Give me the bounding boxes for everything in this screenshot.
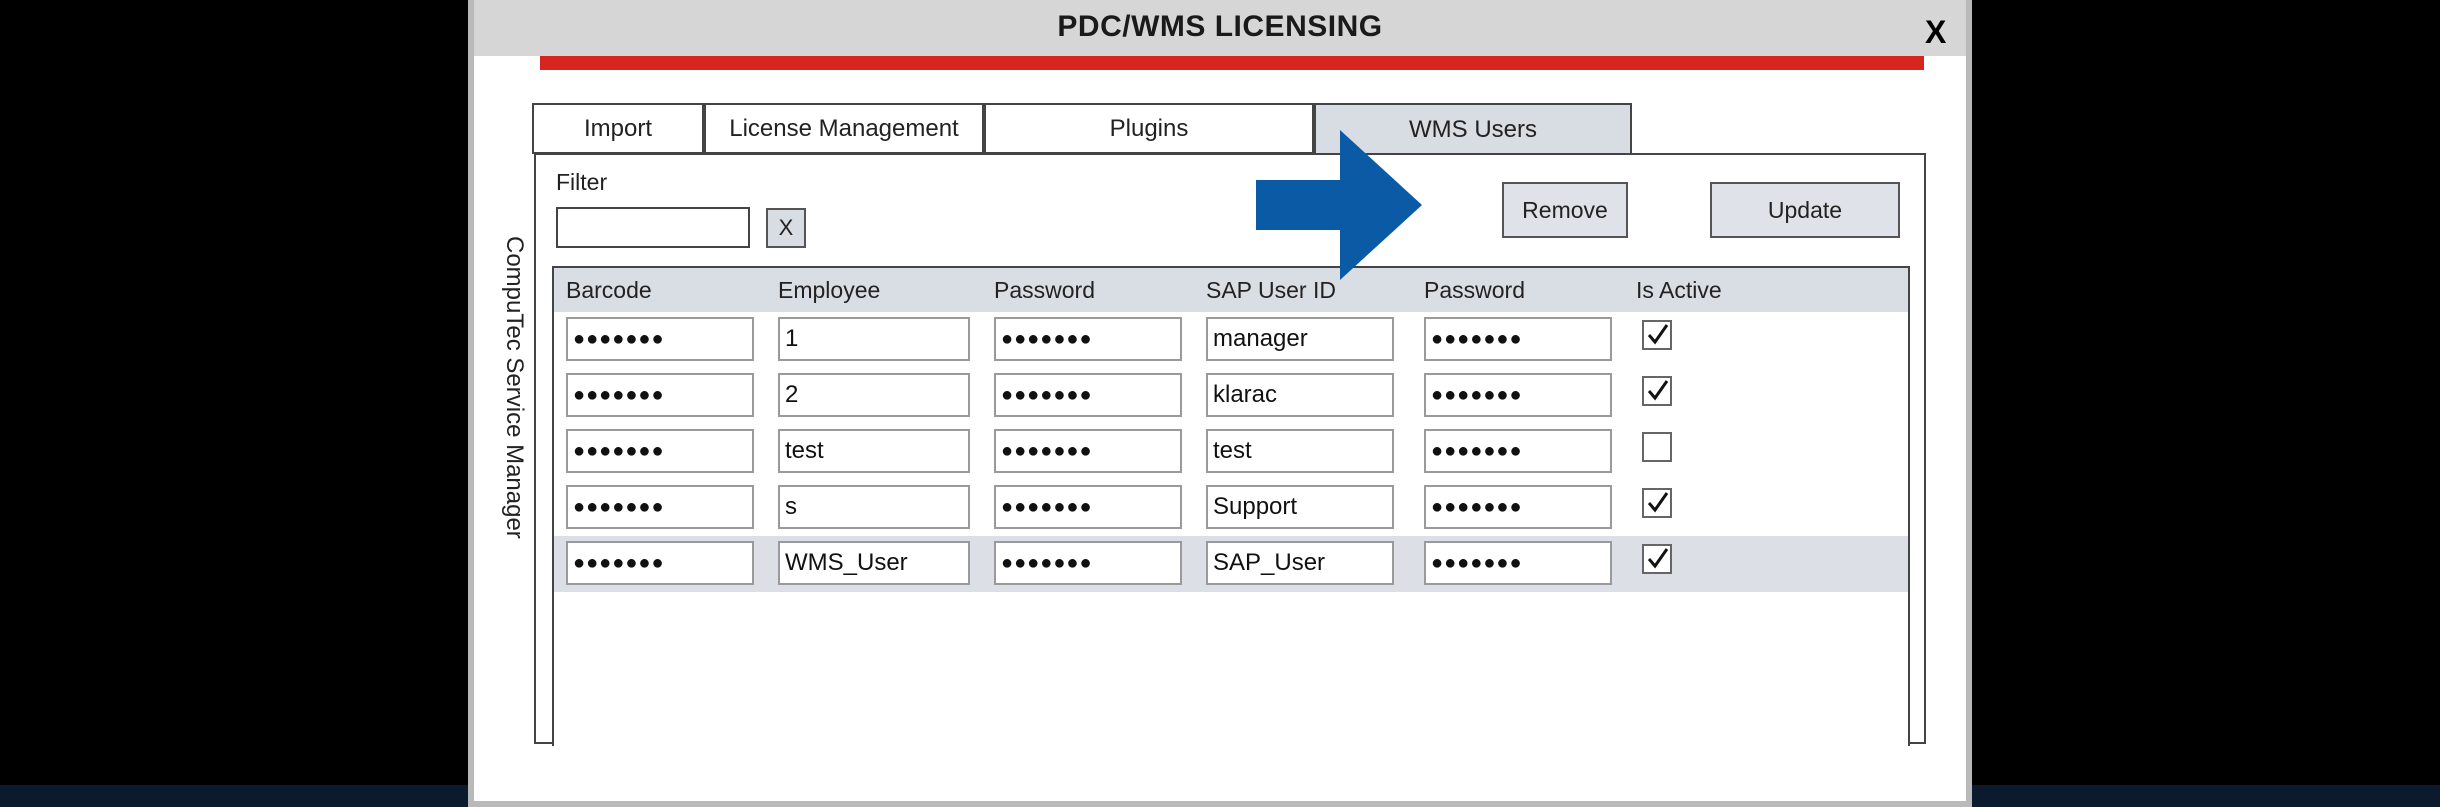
sap-password-cell[interactable]: ●●●●●●● bbox=[1424, 317, 1612, 361]
password-cell[interactable]: ●●●●●●● bbox=[994, 429, 1182, 473]
is-active-checkbox[interactable] bbox=[1642, 376, 1672, 406]
employee-cell[interactable]: test bbox=[778, 429, 970, 473]
is-active-checkbox[interactable] bbox=[1642, 488, 1672, 518]
sap-user-id-cell[interactable]: SAP_User bbox=[1206, 541, 1394, 585]
column-header-is-active[interactable]: Is Active bbox=[1636, 277, 1722, 304]
table-row[interactable]: ●●●●●●● s ●●●●●●● Support ●●●●●●● bbox=[554, 480, 1908, 536]
arrow-right-icon bbox=[1256, 130, 1422, 280]
licensing-window: PDC/WMS LICENSING X CompuTec Service Man… bbox=[468, 0, 1972, 807]
employee-cell[interactable]: WMS_User bbox=[778, 541, 970, 585]
grid-header: Barcode Employee Password SAP User ID Pa… bbox=[554, 268, 1908, 312]
password-cell[interactable]: ●●●●●●● bbox=[994, 541, 1182, 585]
side-label: CompuTec Service Manager bbox=[501, 236, 528, 539]
table-row[interactable]: ●●●●●●● 2 ●●●●●●● klarac ●●●●●●● bbox=[554, 368, 1908, 424]
employee-cell[interactable]: s bbox=[778, 485, 970, 529]
update-button[interactable]: Update bbox=[1710, 182, 1900, 238]
is-active-checkbox[interactable] bbox=[1642, 432, 1672, 462]
column-header-sap-password[interactable]: Password bbox=[1424, 277, 1525, 304]
filter-clear-button[interactable]: X bbox=[766, 208, 806, 248]
remove-button[interactable]: Remove bbox=[1502, 182, 1628, 238]
is-active-checkbox[interactable] bbox=[1642, 544, 1672, 574]
tab-import[interactable]: Import bbox=[532, 103, 704, 154]
column-header-sap-user-id[interactable]: SAP User ID bbox=[1206, 277, 1336, 304]
is-active-checkbox[interactable] bbox=[1642, 320, 1672, 350]
sap-user-id-cell[interactable]: manager bbox=[1206, 317, 1394, 361]
employee-cell[interactable]: 1 bbox=[778, 317, 970, 361]
window-title: PDC/WMS LICENSING bbox=[1057, 10, 1383, 43]
sap-password-cell[interactable]: ●●●●●●● bbox=[1424, 429, 1612, 473]
tab-license-management[interactable]: License Management bbox=[704, 103, 984, 154]
check-icon bbox=[1647, 380, 1669, 401]
column-header-barcode[interactable]: Barcode bbox=[566, 277, 652, 304]
sap-password-cell[interactable]: ●●●●●●● bbox=[1424, 541, 1612, 585]
table-row-selected[interactable]: ●●●●●●● WMS_User ●●●●●●● SAP_User ●●●●●●… bbox=[554, 536, 1908, 592]
users-grid: Barcode Employee Password SAP User ID Pa… bbox=[552, 266, 1910, 746]
sap-password-cell[interactable]: ●●●●●●● bbox=[1424, 485, 1612, 529]
password-cell[interactable]: ●●●●●●● bbox=[994, 373, 1182, 417]
sap-user-id-cell[interactable]: klarac bbox=[1206, 373, 1394, 417]
sap-user-id-cell[interactable]: Support bbox=[1206, 485, 1394, 529]
barcode-cell[interactable]: ●●●●●●● bbox=[566, 373, 754, 417]
title-bar: PDC/WMS LICENSING X bbox=[474, 0, 1966, 56]
sap-password-cell[interactable]: ●●●●●●● bbox=[1424, 373, 1612, 417]
check-icon bbox=[1647, 548, 1669, 569]
table-row[interactable]: ●●●●●●● 1 ●●●●●●● manager ●●●●●●● bbox=[554, 312, 1908, 368]
filter-label: Filter bbox=[556, 169, 608, 195]
check-icon bbox=[1647, 324, 1669, 345]
employee-cell[interactable]: 2 bbox=[778, 373, 970, 417]
barcode-cell[interactable]: ●●●●●●● bbox=[566, 429, 754, 473]
filter-input[interactable] bbox=[556, 207, 750, 248]
wms-users-panel: Filter X Remove Update Barcode Employee … bbox=[534, 153, 1926, 746]
close-button[interactable]: X bbox=[1925, 14, 1946, 51]
password-cell[interactable]: ●●●●●●● bbox=[994, 317, 1182, 361]
sap-user-id-cell[interactable]: test bbox=[1206, 429, 1394, 473]
column-header-employee[interactable]: Employee bbox=[778, 277, 880, 304]
barcode-cell[interactable]: ●●●●●●● bbox=[566, 541, 754, 585]
barcode-cell[interactable]: ●●●●●●● bbox=[566, 485, 754, 529]
password-cell[interactable]: ●●●●●●● bbox=[994, 485, 1182, 529]
check-icon bbox=[1647, 492, 1669, 513]
column-header-password[interactable]: Password bbox=[994, 277, 1095, 304]
accent-bar bbox=[540, 56, 1924, 70]
barcode-cell[interactable]: ●●●●●●● bbox=[566, 317, 754, 361]
table-row[interactable]: ●●●●●●● test ●●●●●●● test ●●●●●●● bbox=[554, 424, 1908, 480]
